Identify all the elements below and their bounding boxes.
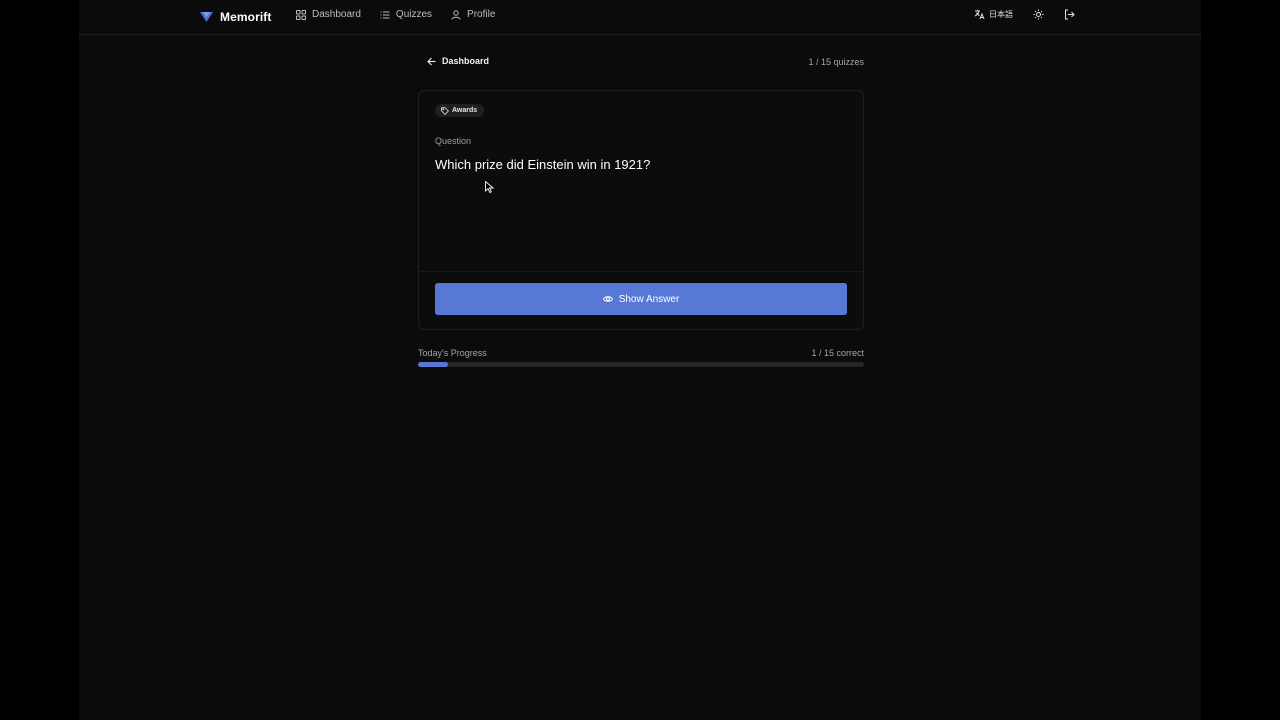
logout-icon xyxy=(1065,9,1075,20)
nav-dashboard-label: Dashboard xyxy=(312,9,361,20)
card-divider xyxy=(419,271,863,272)
progress-fill xyxy=(418,362,448,367)
progress-bar xyxy=(418,362,864,367)
quiz-card: Awards Question Which prize did Einstein… xyxy=(418,90,864,330)
brand-name: Memorift xyxy=(220,10,272,24)
translate-icon xyxy=(974,10,985,20)
quiz-count: 1 / 15 quizzes xyxy=(808,57,864,67)
question-label: Question xyxy=(435,136,472,146)
user-icon xyxy=(451,9,461,20)
back-to-dashboard-link[interactable]: Dashboard xyxy=(427,56,489,66)
nav-profile-label: Profile xyxy=(467,9,496,20)
top-navigation-bar: Memorift Dashboard Quizzes Profile 日本語 xyxy=(79,0,1201,35)
main-nav: Dashboard Quizzes Profile xyxy=(296,9,495,20)
header-tools: 日本語 xyxy=(974,9,1075,20)
nav-quizzes-label: Quizzes xyxy=(395,9,433,20)
list-icon xyxy=(380,11,390,18)
arrow-left-icon xyxy=(427,57,436,65)
progress-label: Today's Progress xyxy=(418,348,487,358)
back-label: Dashboard xyxy=(442,56,490,66)
sun-icon xyxy=(1033,9,1044,20)
nav-profile[interactable]: Profile xyxy=(451,9,495,20)
brand[interactable]: Memorift xyxy=(200,8,271,26)
progress-count: 1 / 15 correct xyxy=(811,348,864,358)
quiz-subheader: Dashboard 1 / 15 quizzes xyxy=(418,56,864,70)
show-answer-label: Show Answer xyxy=(618,293,680,305)
theme-toggle[interactable] xyxy=(1033,9,1044,20)
language-switcher[interactable]: 日本語 xyxy=(974,9,1013,20)
logo-icon xyxy=(200,12,213,22)
grid-icon xyxy=(296,9,306,20)
category-tag: Awards xyxy=(435,104,485,117)
eye-icon xyxy=(602,296,613,302)
app-window: Memorift Dashboard Quizzes Profile 日本語 D… xyxy=(79,0,1201,720)
mouse-cursor-icon xyxy=(485,181,494,193)
logout-button[interactable] xyxy=(1064,9,1075,20)
tag-icon xyxy=(441,106,449,115)
language-label: 日本語 xyxy=(989,10,1013,19)
nav-quizzes[interactable]: Quizzes xyxy=(380,9,432,20)
question-text: Which prize did Einstein win in 1921? xyxy=(435,157,651,172)
category-tag-label: Awards xyxy=(452,107,478,114)
daily-progress: Today's Progress 1 / 15 correct xyxy=(418,348,864,370)
nav-dashboard[interactable]: Dashboard xyxy=(296,9,361,20)
show-answer-button[interactable]: Show Answer xyxy=(435,283,847,315)
